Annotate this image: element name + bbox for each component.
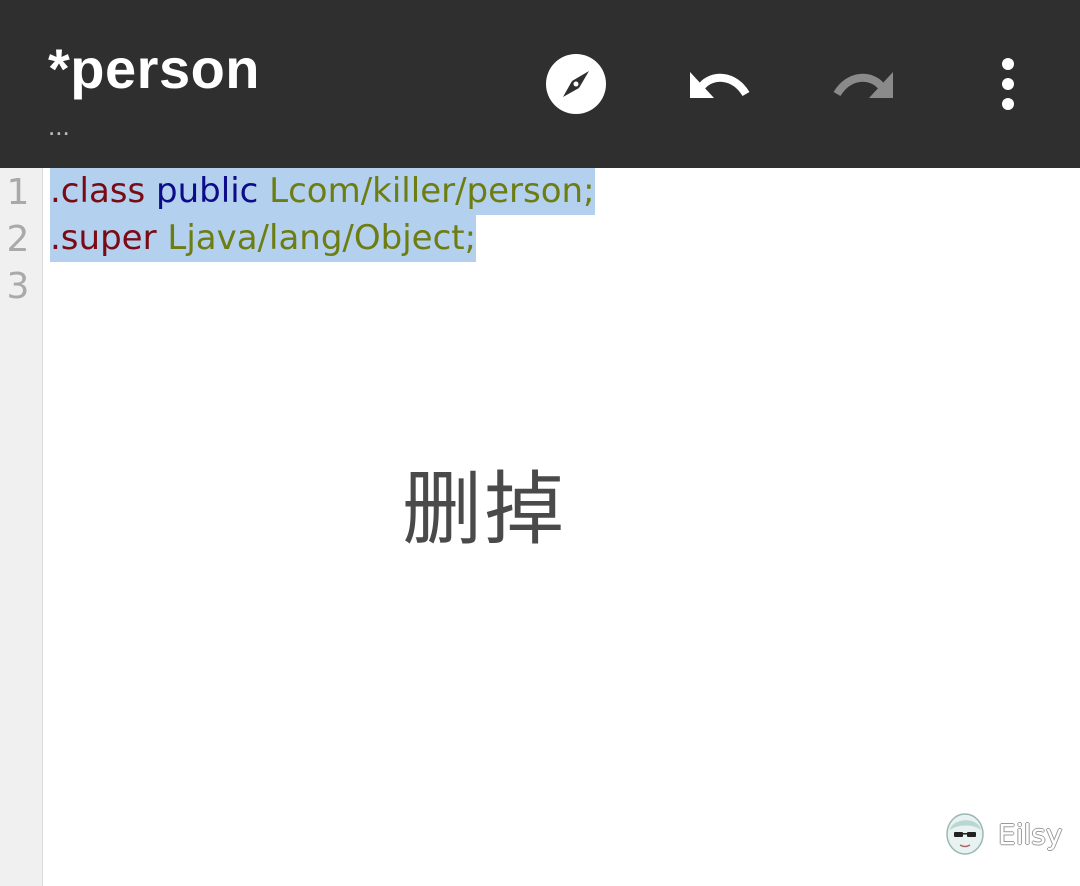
code-keyword: public [156, 171, 259, 211]
file-title: *person [48, 37, 260, 100]
avatar-icon [946, 813, 984, 855]
line-number: 1 [6, 172, 30, 213]
code-directive: .class [50, 171, 146, 211]
app-bar: *person ... [0, 0, 1080, 168]
code-line[interactable]: .super Ljava/lang/Object; [50, 215, 477, 262]
line-number: 3 [6, 266, 30, 307]
code-class-type: Lcom/killer/person; [269, 171, 595, 211]
line-number: 2 [6, 219, 30, 260]
more-vert-icon [1002, 58, 1014, 110]
undo-icon [690, 72, 750, 98]
annotation-text: 删掉 [402, 463, 566, 556]
watermark: Eilsy [944, 812, 1062, 858]
redo-icon [833, 72, 893, 98]
undo-button[interactable] [688, 54, 752, 114]
redo-button[interactable] [831, 54, 895, 114]
compass-icon [546, 54, 606, 114]
code-line[interactable]: .class public Lcom/killer/person; [50, 168, 595, 215]
file-subtitle: ... [48, 111, 70, 141]
more-options-button[interactable] [976, 54, 1040, 114]
navigate-button[interactable] [544, 54, 608, 114]
code-class-type: Ljava/lang/Object; [167, 218, 477, 258]
watermark-text: Eilsy [998, 818, 1063, 851]
code-directive: .super [50, 218, 157, 258]
